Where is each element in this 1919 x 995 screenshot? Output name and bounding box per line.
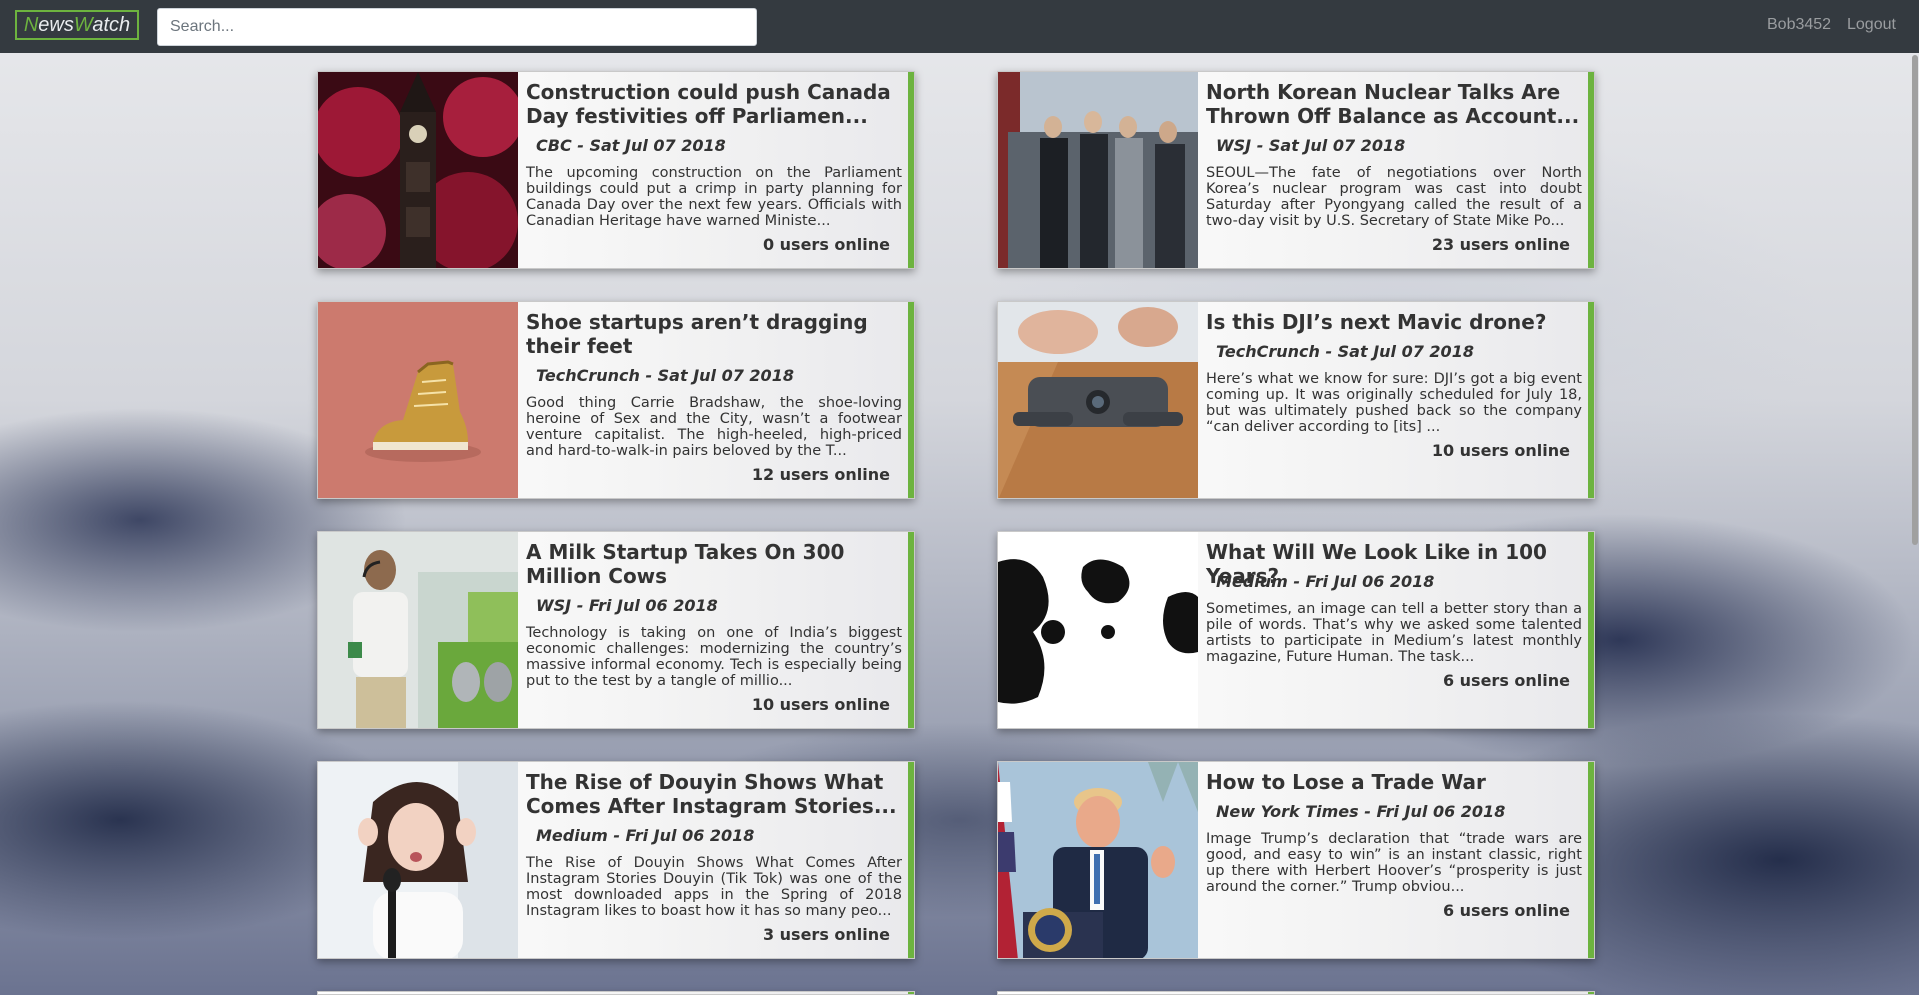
article-description: SEOUL—The fate of negotiations over Nort… [1206, 165, 1582, 229]
users-online-count: 10 users online [751, 695, 890, 714]
article-source-date: New York Times - Fri Jul 06 2018 [1216, 802, 1506, 821]
users-online-count: 6 users online [1442, 671, 1570, 690]
navbar: NewsWatch Bob3452 Logout [0, 0, 1919, 53]
article-source-date: CBC - Sat Jul 07 2018 [536, 136, 726, 155]
users-online-count: 12 users online [751, 465, 890, 484]
article-card[interactable]: A Milk Startup Takes On 300 Million Cows… [317, 531, 915, 729]
article-source-date: WSJ - Sat Jul 07 2018 [1216, 136, 1406, 155]
article-source-date: Medium - Fri Jul 06 2018 [1216, 572, 1435, 591]
logout-link[interactable]: Logout [1847, 16, 1896, 34]
article-card[interactable]: The Rise of Douyin Shows What Comes Afte… [317, 761, 915, 959]
brand-letter-n: N [23, 14, 39, 36]
article-title[interactable]: Is this DJI’s next Mavic drone? [1206, 310, 1586, 334]
article-thumbnail[interactable] [998, 762, 1198, 958]
article-card[interactable]: Construction could push Canada Day festi… [317, 71, 915, 269]
article-title[interactable]: How to Lose a Trade War [1206, 770, 1586, 794]
search-input[interactable] [157, 8, 757, 46]
article-card[interactable]: North Korean Nuclear Talks Are Thrown Of… [997, 71, 1595, 269]
brand-letter-w: W [73, 14, 93, 36]
users-online-count: 3 users online [762, 925, 890, 944]
article-card-partial[interactable] [317, 991, 915, 995]
article-description: Here’s what we know for sure: DJI’s got … [1206, 371, 1582, 435]
article-source-date: Medium - Fri Jul 06 2018 [536, 826, 755, 845]
brand-text-atch: atch [92, 14, 131, 36]
article-description: The Rise of Douyin Shows What Comes Afte… [526, 855, 902, 919]
article-description: Image Trump’s declaration that “trade wa… [1206, 831, 1582, 895]
article-card-partial[interactable] [997, 991, 1595, 995]
article-title[interactable]: A Milk Startup Takes On 300 Million Cows [526, 540, 906, 588]
page-scrollbar[interactable] [1911, 53, 1919, 995]
users-online-count: 23 users online [1431, 235, 1570, 254]
article-source-date: TechCrunch - Sat Jul 07 2018 [536, 366, 794, 385]
article-title[interactable]: The Rise of Douyin Shows What Comes Afte… [526, 770, 906, 818]
article-thumbnail[interactable] [998, 72, 1198, 268]
article-description: Good thing Carrie Bradshaw, the shoe-lov… [526, 395, 902, 459]
article-source-date: TechCrunch - Sat Jul 07 2018 [1216, 342, 1474, 361]
article-card[interactable]: Shoe startups aren’t dragging their feet… [317, 301, 915, 499]
article-source-date: WSJ - Fri Jul 06 2018 [536, 596, 718, 615]
article-thumbnail[interactable] [318, 302, 518, 498]
brand-text-ews: ews [38, 14, 74, 36]
scrollbar-thumb[interactable] [1912, 55, 1918, 545]
article-description: The upcoming construction on the Parliam… [526, 165, 902, 229]
article-thumbnail[interactable] [318, 762, 518, 958]
users-online-count: 10 users online [1431, 441, 1570, 460]
article-description: Technology is taking on one of India’s b… [526, 625, 902, 689]
article-description: Sometimes, an image can tell a better st… [1206, 601, 1582, 665]
article-thumbnail[interactable] [998, 532, 1198, 728]
users-online-count: 6 users online [1442, 901, 1570, 920]
article-thumbnail[interactable] [318, 532, 518, 728]
article-title[interactable]: North Korean Nuclear Talks Are Thrown Of… [1206, 80, 1586, 128]
brand-logo[interactable]: NewsWatch [15, 10, 139, 40]
article-card[interactable]: Is this DJI’s next Mavic drone? TechCrun… [997, 301, 1595, 499]
article-thumbnail[interactable] [318, 72, 518, 268]
article-card[interactable]: How to Lose a Trade War New York Times -… [997, 761, 1595, 959]
article-thumbnail[interactable] [998, 302, 1198, 498]
user-link[interactable]: Bob3452 [1767, 16, 1831, 34]
article-title[interactable]: Construction could push Canada Day festi… [526, 80, 906, 128]
users-online-count: 0 users online [762, 235, 890, 254]
article-title[interactable]: Shoe startups aren’t dragging their feet [526, 310, 906, 358]
article-card[interactable]: What Will We Look Like in 100 Years? Med… [997, 531, 1595, 729]
